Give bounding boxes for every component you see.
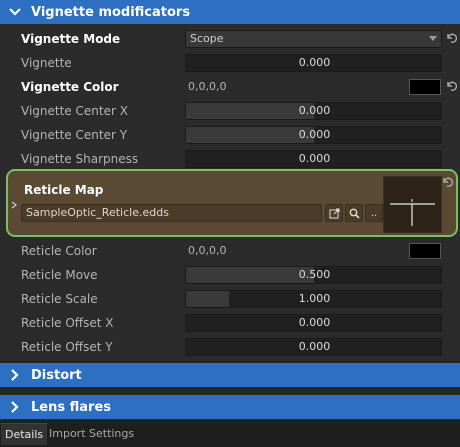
vignette-center-y-label: Vignette Center Y <box>21 128 128 142</box>
vignette-color-swatch[interactable] <box>409 79 441 95</box>
row-reticle-scale: Reticle Scale 1.000 <box>0 287 460 311</box>
row-vignette-mode: Vignette Mode Scope <box>0 27 460 51</box>
vignette-mode-select[interactable]: Scope <box>185 30 442 48</box>
reticle-scale-slider[interactable]: 1.000 <box>185 290 442 308</box>
section-header-vignette[interactable]: Vignette modificators <box>0 0 460 24</box>
row-reticle-color: Reticle Color 0,0,0,0 <box>0 239 460 263</box>
tab-bar: Details Import Settings <box>0 420 460 447</box>
reticle-move-slider[interactable]: 0.500 <box>185 266 442 284</box>
reticle-color-value: 0,0,0,0 <box>188 244 227 257</box>
reticle-map-row: Reticle Map SampleOptic_Reticle.edds .. <box>6 169 458 237</box>
row-reticle-offset-y: Reticle Offset Y 0.000 <box>0 335 460 359</box>
row-reticle-move: Reticle Move 0.500 <box>0 263 460 287</box>
reticle-scale-value: 1.000 <box>298 292 331 305</box>
section-title-distort: Distort <box>31 367 82 383</box>
reticle-map-label: Reticle Map <box>24 183 104 197</box>
browse-button[interactable]: .. <box>365 204 383 222</box>
vignette-center-y-value: 0.000 <box>298 128 331 141</box>
row-vignette-center-x: Vignette Center X 0.000 <box>0 99 460 123</box>
reticle-move-label: Reticle Move <box>21 268 98 282</box>
undo-icon[interactable] <box>444 79 458 93</box>
undo-icon[interactable] <box>440 175 454 189</box>
reticle-map-path-field[interactable]: SampleOptic_Reticle.edds <box>21 204 322 222</box>
vignette-sharpness-field[interactable]: 0.000 <box>185 150 442 168</box>
vignette-sharpness-value: 0.000 <box>298 152 331 165</box>
dropdown-arrow-icon <box>429 36 437 41</box>
reticle-map-path: SampleOptic_Reticle.edds <box>26 206 169 219</box>
section-header-distort[interactable]: Distort <box>0 363 460 387</box>
tab-details[interactable]: Details <box>1 423 48 445</box>
search-icon[interactable] <box>345 204 363 222</box>
vignette-mode-label: Vignette Mode <box>21 32 121 46</box>
vignette-label: Vignette <box>21 56 72 70</box>
chevron-right-icon <box>8 400 22 414</box>
vignette-center-x-value: 0.000 <box>298 104 331 117</box>
vignette-value: 0.000 <box>298 56 331 69</box>
open-external-icon[interactable] <box>325 204 343 222</box>
section-title-lens-flares: Lens flares <box>31 399 111 415</box>
reticle-offset-x-value: 0.000 <box>298 316 331 329</box>
reticle-offset-x-label: Reticle Offset X <box>21 316 114 330</box>
reticle-color-swatch[interactable] <box>409 243 441 259</box>
vignette-center-x-slider[interactable]: 0.000 <box>185 102 442 120</box>
row-vignette-sharpness: Vignette Sharpness 0.000 <box>0 147 460 171</box>
row-vignette-center-y: Vignette Center Y 0.000 <box>0 123 460 147</box>
vignette-color-value: 0,0,0,0 <box>188 80 227 93</box>
row-vignette-color: Vignette Color 0,0,0,0 <box>0 75 460 99</box>
vignette-center-x-label: Vignette Center X <box>21 104 128 118</box>
chevron-right-icon <box>8 368 22 382</box>
vignette-mode-value: Scope <box>190 32 224 45</box>
reticle-offset-y-label: Reticle Offset Y <box>21 340 113 354</box>
row-reticle-offset-x: Reticle Offset X 0.000 <box>0 311 460 335</box>
vignette-sharpness-label: Vignette Sharpness <box>21 152 139 166</box>
reticle-color-label: Reticle Color <box>21 244 97 258</box>
reticle-offset-x-field[interactable]: 0.000 <box>185 314 442 332</box>
vignette-center-y-slider[interactable]: 0.000 <box>185 126 442 144</box>
vignette-color-label: Vignette Color <box>21 80 119 94</box>
reticle-thumbnail <box>383 176 442 233</box>
chevron-down-icon <box>8 5 22 19</box>
reticle-move-value: 0.500 <box>298 268 331 281</box>
section-title-vignette: Vignette modificators <box>31 4 191 20</box>
row-vignette: Vignette 0.000 <box>0 51 460 75</box>
undo-icon[interactable] <box>444 31 458 45</box>
reticle-offset-y-value: 0.000 <box>298 340 331 353</box>
reticle-offset-y-field[interactable]: 0.000 <box>185 338 442 356</box>
section-header-lens-flares[interactable]: Lens flares <box>0 395 460 419</box>
reticle-scale-label: Reticle Scale <box>21 292 98 306</box>
tab-import-settings[interactable]: Import Settings <box>45 423 138 445</box>
chevron-right-icon[interactable] <box>10 200 18 210</box>
vignette-field[interactable]: 0.000 <box>185 54 442 72</box>
